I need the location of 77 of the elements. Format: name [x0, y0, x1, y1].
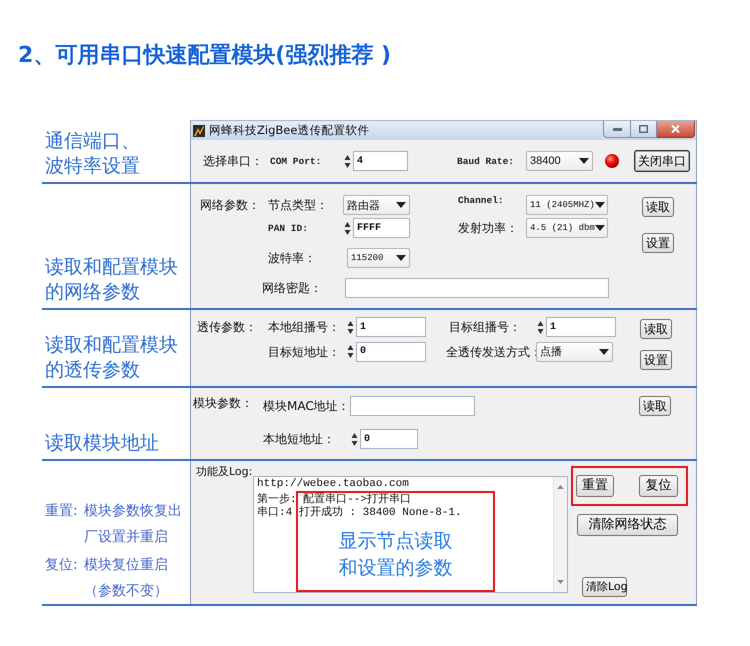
field-label: 目标短地址：: [268, 344, 341, 358]
maximize-button[interactable]: [631, 121, 657, 138]
spin-field[interactable]: FFFF: [353, 218, 410, 238]
scroll-down-arrow-icon[interactable]: [557, 580, 564, 584]
reset-button[interactable]: 重置: [576, 475, 614, 497]
field-label: 节点类型：: [268, 198, 329, 212]
field-label: 模块MAC地址：: [263, 399, 350, 413]
caret-icon: [396, 202, 406, 208]
field-label: 发射功率：: [458, 221, 519, 235]
annotation-text: 显示节点读取 和设置的参数: [338, 529, 452, 581]
field-label: 目标组播号：: [449, 320, 522, 334]
clear-log-button[interactable]: 清除Log: [582, 577, 627, 597]
clear-network-button[interactable]: 清除网络状态: [577, 514, 678, 536]
dropdown[interactable]: 4.5 (21) dbm: [526, 218, 608, 238]
field-label: 波特率：: [268, 251, 317, 265]
dropdown[interactable]: 38400: [526, 151, 593, 171]
field-label: COM Port:: [270, 156, 322, 166]
caret-icon: [396, 255, 406, 261]
section-label: 选择串口：: [203, 154, 264, 168]
callout-label: 读取模块地址: [45, 431, 159, 456]
field-label: 本地短地址：: [263, 432, 336, 446]
input-field[interactable]: [345, 278, 609, 298]
close-icon: [671, 125, 680, 133]
log-text-area[interactable]: http://webee.taobao.com 第一步: 配置串口-->打开串口 串口:4 打开成功 : 38400 None-8-1. 显示节点读取 和设置的参数: [253, 476, 568, 593]
set-button[interactable]: 设置: [642, 233, 674, 253]
log-line: http://webee.taobao.com: [257, 478, 409, 491]
minimize-button[interactable]: [603, 121, 631, 138]
section-label: 网络参数：: [200, 198, 261, 212]
dropdown[interactable]: 11 (2405MHZ): [526, 195, 608, 215]
spin-field[interactable]: 1: [356, 317, 426, 337]
close-button[interactable]: [657, 121, 695, 138]
window-title: 网蜂科技ZigBee透传配置软件: [209, 123, 370, 138]
up-down-arrows-icon[interactable]: [343, 152, 352, 170]
up-down-arrows-icon[interactable]: [346, 318, 355, 336]
dropdown[interactable]: 115200: [347, 248, 410, 268]
caret-icon: [599, 348, 609, 354]
field-label: Channel:: [458, 195, 505, 206]
up-down-arrows-icon[interactable]: [343, 220, 352, 236]
section-label: 功能及Log:: [196, 465, 253, 479]
read-button[interactable]: 读取: [639, 396, 671, 416]
log-line: 第一步: 配置串口-->打开串口: [257, 494, 412, 506]
field-label: 本地组播号：: [268, 320, 341, 334]
up-down-arrows-icon[interactable]: [536, 318, 545, 336]
spin-field[interactable]: 0: [356, 342, 426, 362]
set-button[interactable]: 设置: [640, 350, 672, 370]
input-field[interactable]: [350, 396, 475, 416]
minimize-icon: [612, 128, 622, 130]
field-label: PAN ID:: [268, 222, 309, 234]
restart-button[interactable]: 复位: [639, 475, 678, 497]
note-text: 重置: 模块参数恢复出 厂设置并重启: [45, 502, 182, 547]
section-label: 模块参数：: [193, 396, 254, 410]
scroll-up-arrow-icon[interactable]: [557, 485, 564, 489]
spin-field[interactable]: 0: [360, 429, 418, 449]
callout-label: 通信端口、 波特率设置: [45, 129, 140, 179]
caret-icon: [594, 202, 605, 208]
spin-field[interactable]: 1: [546, 317, 616, 337]
read-button[interactable]: 读取: [640, 319, 672, 339]
app-logo-icon: [193, 124, 205, 136]
read-button[interactable]: 读取: [642, 197, 674, 217]
spin-field[interactable]: 4: [353, 151, 408, 171]
maximize-icon: [639, 125, 648, 133]
dropdown[interactable]: 点播: [536, 342, 613, 362]
field-label: Baud Rate:: [457, 156, 516, 166]
callout-label: 读取和配置模块 的网络参数: [45, 255, 178, 305]
caret-icon: [594, 225, 605, 231]
dropdown[interactable]: 路由器: [343, 195, 410, 215]
up-down-arrows-icon[interactable]: [346, 343, 355, 360]
section-label: 透传参数：: [197, 320, 258, 334]
scrollbar[interactable]: [553, 477, 567, 592]
caret-icon: [579, 158, 589, 164]
log-line: 串口:4 打开成功 : 38400 None-8-1.: [257, 507, 462, 520]
field-label: 网络密匙：: [262, 281, 323, 295]
callout-label: 读取和配置模块 的透传参数: [45, 333, 178, 383]
note-text: 复位: 模块复位重启 （参数不变）: [45, 556, 168, 601]
page-heading: 2、可用串口快速配置模块(强烈推荐 ): [18, 42, 392, 69]
close-port-button[interactable]: 关闭串口: [634, 150, 690, 172]
up-down-arrows-icon[interactable]: [350, 430, 359, 448]
